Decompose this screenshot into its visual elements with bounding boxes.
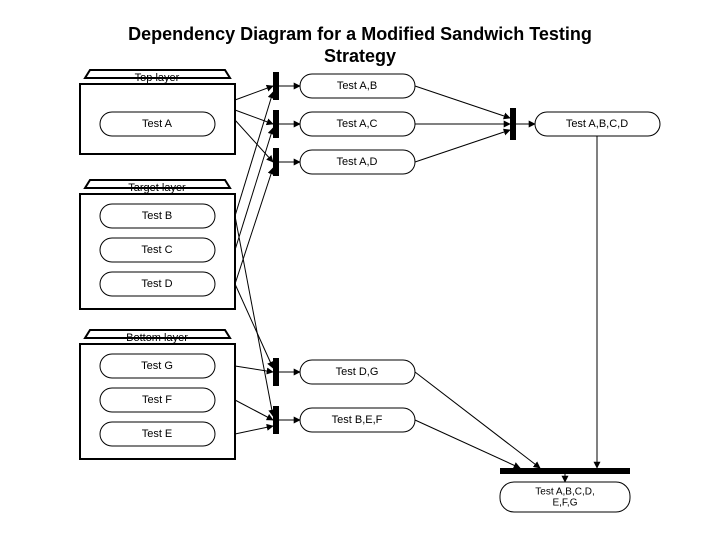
node-test-ad: Test A,D: [300, 150, 415, 174]
test-c: Test C: [141, 244, 172, 256]
test-b: Test B: [142, 210, 173, 222]
svg-text:Test A,D: Test A,D: [337, 156, 378, 168]
sync-bar-bottom-2: [273, 406, 279, 434]
layer-bottom: Bottom layer Test G Test F Test E: [80, 330, 235, 459]
node-test-bef: Test B,E,F: [300, 408, 415, 432]
layer-target-header: Target layer: [128, 182, 186, 194]
sync-bar-top-3: [273, 148, 279, 176]
sync-bar-top-2: [273, 110, 279, 138]
svg-text:Test A,B,C,D: Test A,B,C,D: [566, 118, 628, 130]
svg-text:Test D,G: Test D,G: [336, 366, 379, 378]
svg-text:Test A,B: Test A,B: [337, 80, 377, 92]
layer-bottom-header: Bottom layer: [126, 332, 188, 344]
layer-target: Target layer Test B Test C Test D: [80, 180, 235, 309]
sync-bar-final: [500, 468, 630, 474]
layer-top: Top layer Test A: [80, 70, 235, 154]
node-test-ab: Test A,B: [300, 74, 415, 98]
svg-text:Test B,E,F: Test B,E,F: [332, 414, 383, 426]
sync-bar-bottom-1: [273, 358, 279, 386]
layer-top-header: Top layer: [135, 72, 180, 84]
node-test-abcd: Test A,B,C,D: [535, 112, 660, 136]
test-g: Test G: [141, 360, 173, 372]
connectors: [235, 86, 597, 482]
node-test-ac: Test A,C: [300, 112, 415, 136]
test-f: Test F: [142, 394, 172, 406]
test-a: Test A: [142, 118, 173, 130]
diagram-title-line1: Dependency Diagram for a Modified Sandwi…: [128, 24, 592, 44]
svg-text:Test A,C: Test A,C: [337, 118, 378, 130]
svg-text:E,F,G: E,F,G: [552, 498, 577, 509]
test-e: Test E: [142, 428, 173, 440]
sync-bar-top-1: [273, 72, 279, 100]
sync-bar-combined-top: [510, 108, 516, 140]
test-d: Test D: [141, 278, 172, 290]
diagram-title-line2: Strategy: [324, 46, 396, 66]
node-test-dg: Test D,G: [300, 360, 415, 384]
svg-text:Test A,B,C,D,: Test A,B,C,D,: [535, 487, 594, 498]
node-test-final: Test A,B,C,D, E,F,G: [500, 482, 630, 512]
